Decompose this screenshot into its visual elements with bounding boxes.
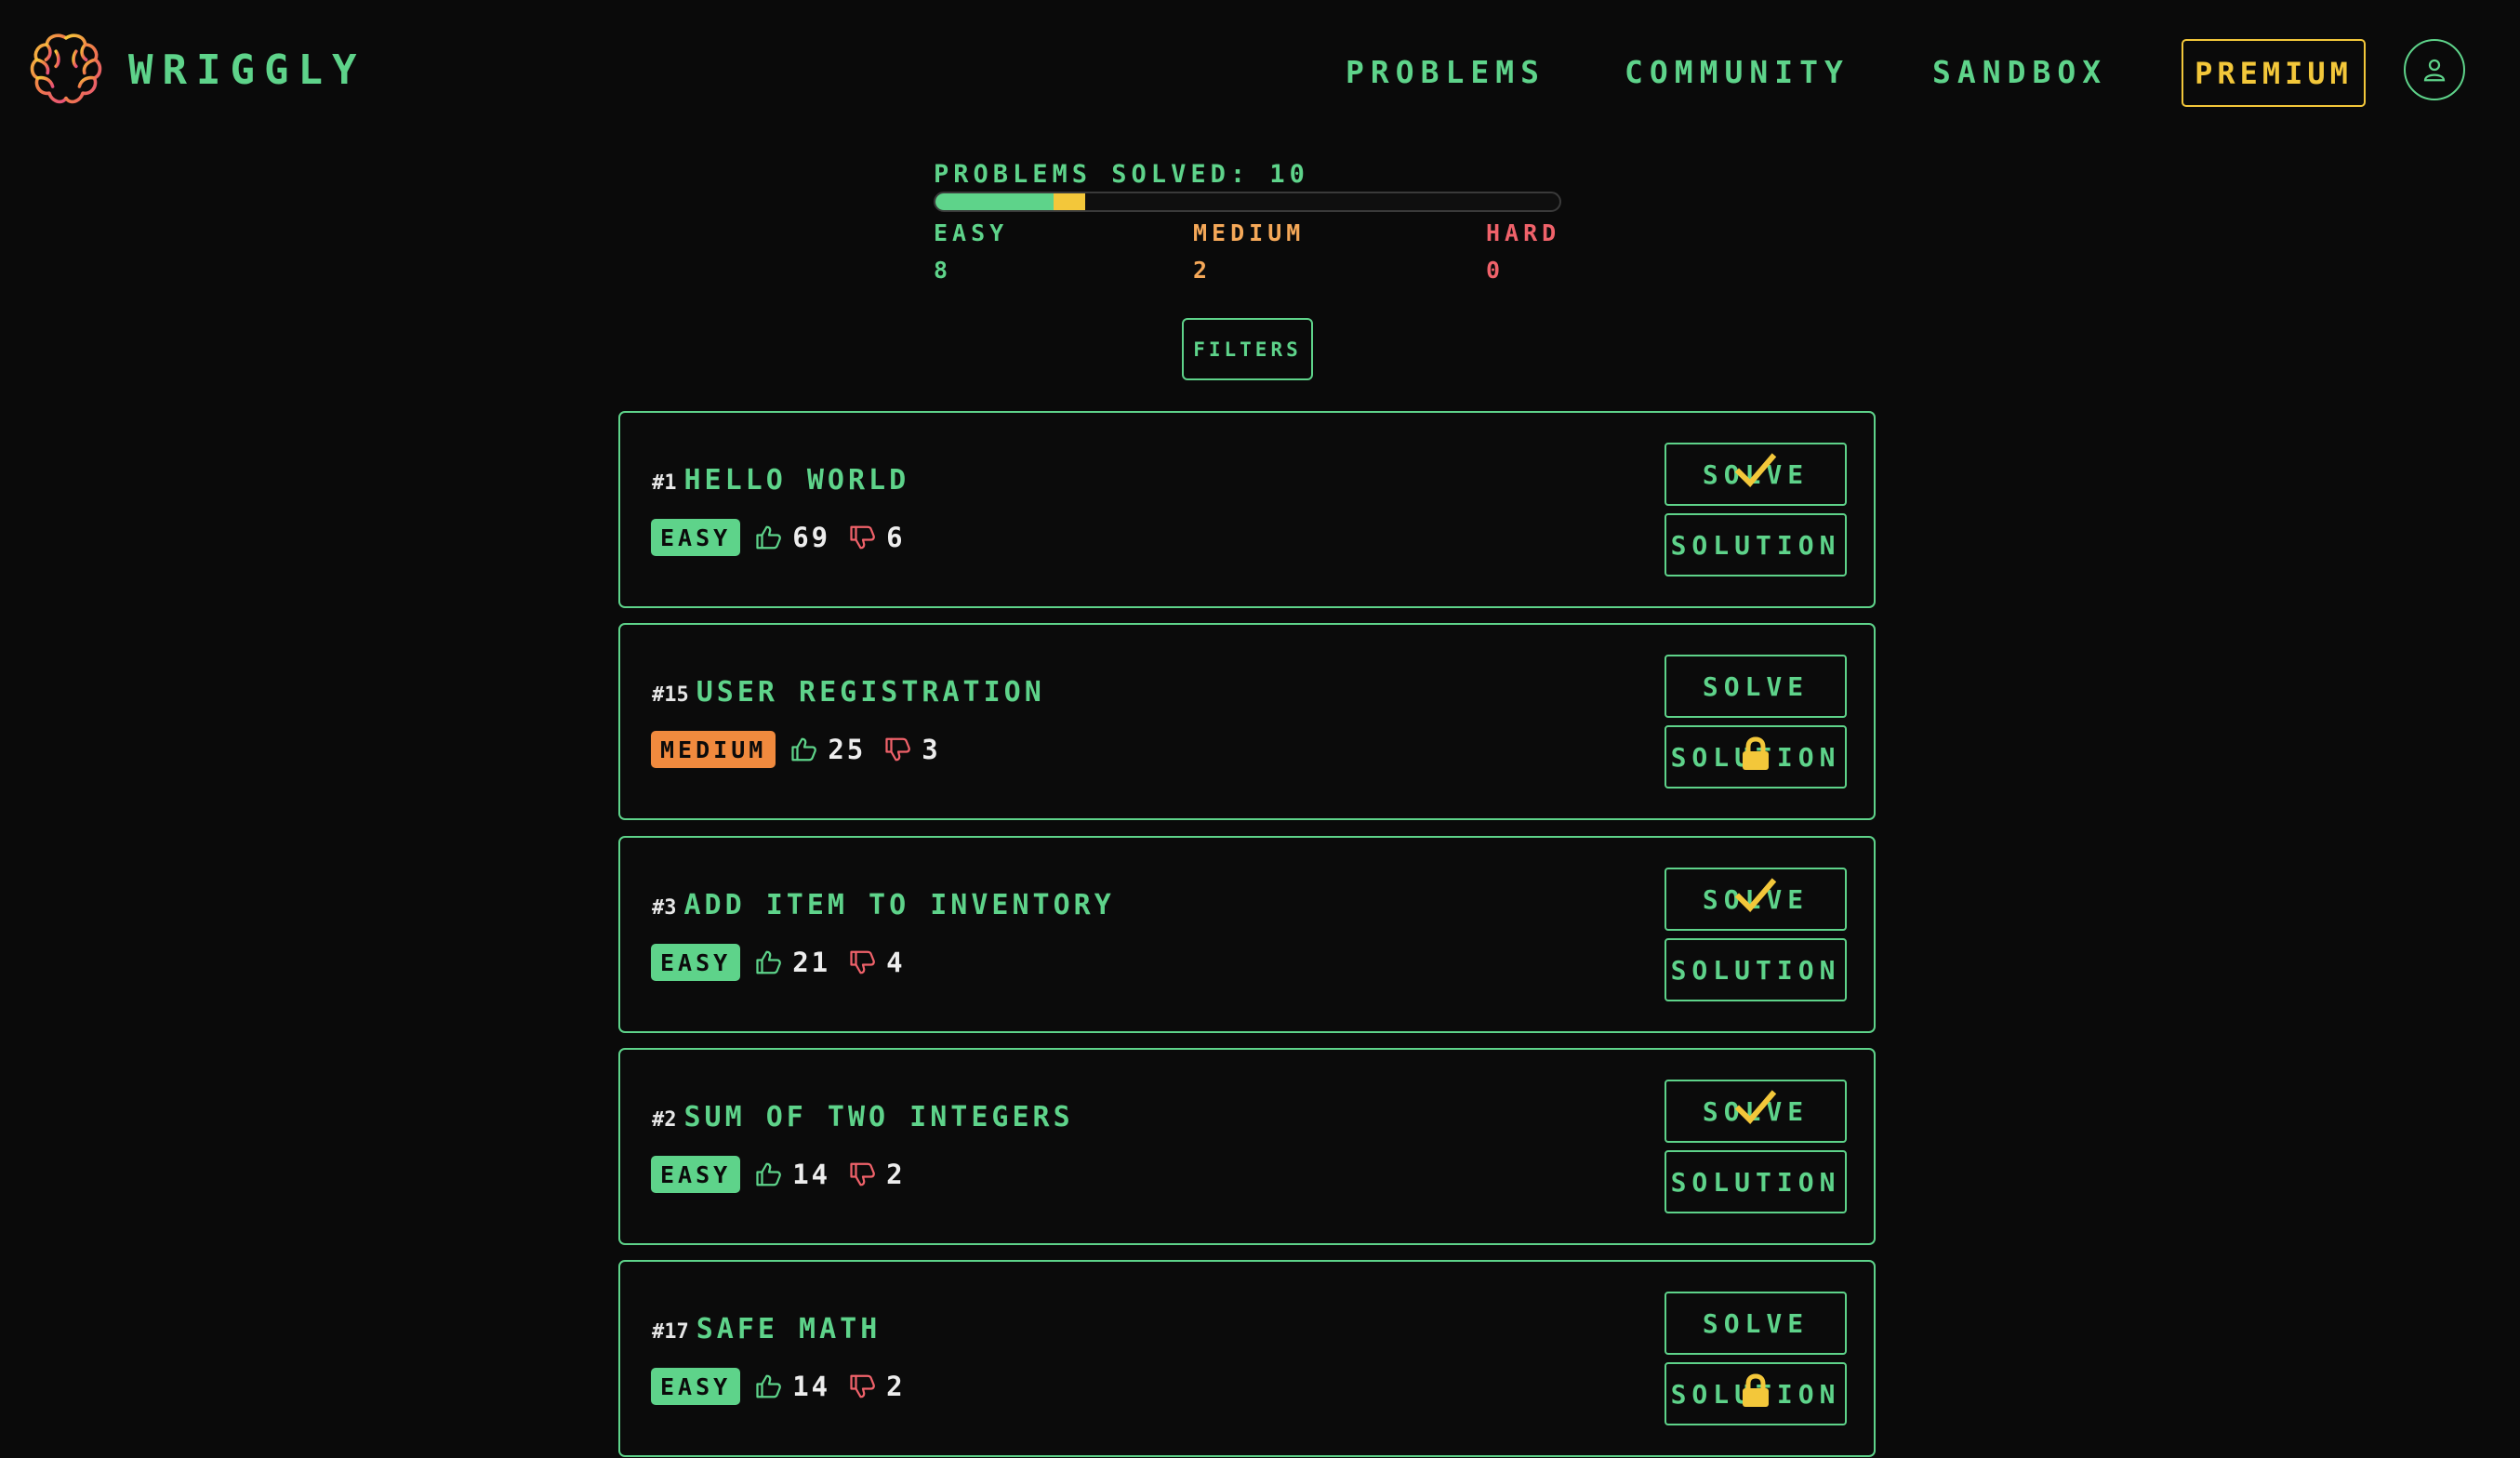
nav-problems[interactable]: Problems: [1346, 0, 1545, 144]
problems-solved-title: Problems solved: 10: [934, 160, 1309, 189]
thumbs-up-icon[interactable]: [755, 524, 783, 551]
easy-count: 8: [934, 257, 948, 284]
problem-number: #1: [652, 471, 677, 495]
dislike-count: 2: [886, 1159, 906, 1190]
dislike-count: 4: [886, 947, 906, 978]
difficulty-badge: Easy: [651, 1368, 741, 1405]
solved-progress-bar: [934, 192, 1561, 212]
thumbs-down-icon[interactable]: [849, 948, 877, 976]
solution-button[interactable]: Solution: [1665, 1150, 1847, 1213]
dislike-count: 6: [886, 522, 906, 553]
problem-number: #17: [652, 1320, 689, 1344]
solve-button[interactable]: Solve: [1665, 868, 1847, 931]
solution-button[interactable]: Solution: [1665, 725, 1847, 789]
premium-button[interactable]: Premium: [2182, 39, 2366, 107]
dislike-count: 3: [922, 734, 941, 765]
lock-icon: [1743, 1373, 1769, 1407]
hard-label: Hard: [1486, 219, 1561, 246]
checkmark-icon: [1734, 878, 1777, 913]
solution-button[interactable]: Solution: [1665, 513, 1847, 577]
filters-button[interactable]: Filters: [1182, 318, 1313, 380]
solve-label: Solve: [1702, 1307, 1810, 1339]
solution-label: Solution: [1670, 529, 1841, 561]
problem-card: #17 Safe math Easy 14 2 Solve Solution: [618, 1260, 1876, 1457]
thumbs-up-icon[interactable]: [755, 948, 783, 976]
solve-button[interactable]: Solve: [1665, 1292, 1847, 1355]
thumbs-up-icon[interactable]: [755, 1160, 783, 1188]
solution-label: Solution: [1670, 1166, 1841, 1198]
solve-button[interactable]: Solve: [1665, 655, 1847, 718]
problem-card: #3 Add item to inventory Easy 21 4 Solve…: [618, 836, 1876, 1033]
thumbs-down-icon[interactable]: [849, 524, 877, 551]
problem-title[interactable]: Sum of two integers: [684, 1101, 1074, 1133]
thumbs-up-icon[interactable]: [755, 1372, 783, 1400]
difficulty-badge: Medium: [651, 731, 776, 768]
user-avatar-button[interactable]: [2404, 39, 2465, 100]
problem-title[interactable]: Safe math: [696, 1313, 882, 1345]
solve-button[interactable]: Solve: [1665, 1080, 1847, 1143]
problem-title[interactable]: Hello World: [684, 464, 910, 497]
problem-title[interactable]: User Registration: [696, 676, 1045, 709]
like-count: 69: [792, 522, 831, 553]
like-count: 14: [792, 1371, 831, 1402]
medium-label: Medium: [1193, 219, 1306, 246]
progress-easy-segment: [935, 193, 1054, 210]
thumbs-down-icon[interactable]: [849, 1160, 877, 1188]
difficulty-badge: Easy: [651, 1156, 741, 1193]
like-count: 25: [828, 734, 867, 765]
medium-count: 2: [1193, 257, 1208, 284]
solution-button[interactable]: Solution: [1665, 1362, 1847, 1425]
hard-count: 0: [1486, 257, 1501, 284]
like-count: 21: [792, 947, 831, 978]
nav-community[interactable]: Community: [1625, 0, 1850, 144]
thumbs-up-icon[interactable]: [790, 736, 818, 763]
brand-name: Wriggly: [128, 46, 366, 94]
problem-card: #2 Sum of two integers Easy 14 2 Solve S…: [618, 1048, 1876, 1245]
solution-button[interactable]: Solution: [1665, 938, 1847, 1001]
easy-label: Easy: [934, 219, 1009, 246]
problem-number: #3: [652, 896, 677, 920]
solve-label: Solve: [1702, 670, 1810, 702]
thumbs-down-icon[interactable]: [884, 736, 912, 763]
problem-title[interactable]: Add item to inventory: [684, 889, 1115, 921]
lock-icon: [1743, 736, 1769, 770]
progress-medium-segment: [1054, 193, 1086, 210]
user-icon: [2423, 59, 2446, 82]
logo[interactable]: Wriggly: [24, 28, 365, 112]
brain-icon: [30, 33, 102, 104]
solve-button[interactable]: Solve: [1665, 443, 1847, 506]
checkmark-icon: [1734, 1090, 1777, 1125]
checkmark-icon: [1734, 453, 1777, 488]
problem-number: #15: [652, 683, 689, 707]
problem-card: #1 Hello World Easy 69 6 Solve Solution: [618, 411, 1876, 608]
nav-sandbox[interactable]: Sandbox: [1932, 0, 2107, 144]
difficulty-badge: Easy: [651, 944, 741, 981]
problem-card: #15 User Registration Medium 25 3 Solve …: [618, 623, 1876, 820]
thumbs-down-icon[interactable]: [849, 1372, 877, 1400]
problem-number: #2: [652, 1108, 677, 1132]
solution-label: Solution: [1670, 954, 1841, 986]
like-count: 14: [792, 1159, 831, 1190]
difficulty-badge: Easy: [651, 519, 741, 556]
dislike-count: 2: [886, 1371, 906, 1402]
